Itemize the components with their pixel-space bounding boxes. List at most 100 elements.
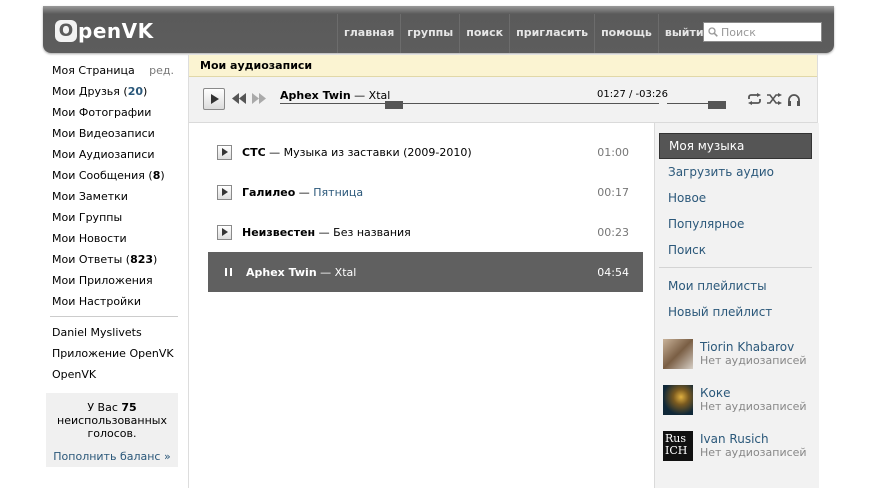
nav-groups[interactable]: группы: [400, 14, 459, 53]
openvk-logo[interactable]: O penVK: [55, 17, 154, 45]
sidebar-item-label: Мои Приложения: [52, 274, 153, 287]
audio-player: Aphex Twin — Xtal 01:27 / -03:26: [189, 77, 817, 123]
sidebar-item-label: Мои Новости: [52, 232, 127, 245]
sidebar-link-user[interactable]: Daniel Myslivets: [46, 322, 178, 343]
repeat-icon[interactable]: [746, 91, 762, 107]
avatar: [663, 339, 693, 369]
search-placeholder: Поиск: [721, 25, 756, 39]
logo-initial: O: [55, 20, 77, 42]
sidebar-item-replies[interactable]: Мои Ответы (823): [46, 249, 178, 270]
track-duration: 00:23: [597, 225, 629, 239]
headphones-icon[interactable]: [786, 91, 802, 107]
friend-name[interactable]: Ivan Rusich: [700, 432, 807, 446]
sidebar-item-friends[interactable]: Мои Друзья (20): [46, 81, 178, 102]
playback-time: 01:27 / -03:26: [597, 89, 668, 100]
track-list: СТС — Музыка из заставки (2009-2010) 01:…: [208, 132, 643, 292]
friend-item[interactable]: Коке Нет аудиозаписей: [655, 377, 819, 423]
volume-handle[interactable]: [708, 101, 727, 109]
sidebar-item-label: Мои Группы: [52, 211, 123, 224]
header-bar: O penVK главная группы поиск пригласить …: [43, 6, 834, 53]
nav-home[interactable]: главная: [337, 14, 400, 53]
votes-box: У Вас 75 неиспользованных голосов. Попол…: [46, 393, 178, 467]
track-name: СТС — Музыка из заставки (2009-2010): [242, 145, 472, 159]
audio-side-menu: Моя музыка Загрузить аудио Новое Популяр…: [654, 123, 819, 488]
avatar: Rus ICH: [663, 431, 693, 461]
previous-icon[interactable]: [232, 93, 246, 104]
sidebar-item-settings[interactable]: Мои Настройки: [46, 291, 178, 312]
sidebar-item-messages[interactable]: Мои Сообщения (8): [46, 165, 178, 186]
pause-icon[interactable]: [221, 265, 235, 279]
now-playing: Aphex Twin — Xtal: [280, 89, 391, 102]
play-icon: [222, 228, 228, 236]
sidebar-item-videos[interactable]: Мои Видеозаписи: [46, 123, 178, 144]
messages-count: 8: [152, 169, 161, 182]
nav-logout[interactable]: выйти: [657, 14, 710, 53]
menu-new-playlist[interactable]: Новый плейлист: [655, 299, 819, 325]
play-icon: [211, 94, 219, 104]
track-name: Неизвестен — Без названия: [242, 225, 411, 239]
menu-my-music[interactable]: Моя музыка: [659, 133, 812, 159]
track-row[interactable]: Галилео — Пятница 00:17: [208, 172, 643, 212]
menu-upload-audio[interactable]: Загрузить аудио: [655, 159, 819, 185]
progress-track[interactable]: [280, 103, 659, 104]
edit-link[interactable]: ред.: [149, 60, 174, 81]
menu-my-playlists[interactable]: Мои плейлисты: [655, 273, 819, 299]
sidebar-item-groups[interactable]: Мои Группы: [46, 207, 178, 228]
track-name: Галилео — Пятница: [242, 185, 364, 199]
menu-popular[interactable]: Популярное: [655, 211, 819, 237]
track-play-button[interactable]: [217, 224, 232, 240]
menu-search[interactable]: Поиск: [655, 237, 819, 263]
sidebar-item-label: Мои Фотографии: [52, 106, 152, 119]
track-row[interactable]: Неизвестен — Без названия 00:23: [208, 212, 643, 252]
sidebar-link-openvk[interactable]: OpenVK: [46, 364, 178, 385]
sidebar-item-apps[interactable]: Мои Приложения: [46, 270, 178, 291]
votes-count: 75: [121, 401, 137, 414]
shuffle-icon[interactable]: [766, 91, 782, 107]
main-content: Мои аудиозаписи Aphex Twin — Xtal 01:27 …: [188, 55, 819, 488]
menu-new[interactable]: Новое: [655, 185, 819, 211]
friend-item[interactable]: Tiorin Khabarov Нет аудиозаписей: [655, 331, 819, 377]
track-row[interactable]: СТС — Музыка из заставки (2009-2010) 01:…: [208, 132, 643, 172]
sidebar-item-label: Мои Ответы (823): [52, 253, 158, 266]
menu-divider: [659, 267, 812, 268]
track-duration: 01:00: [597, 145, 629, 159]
search-input[interactable]: Поиск: [703, 22, 822, 42]
top-navigation: главная группы поиск пригласить помощь в…: [337, 14, 710, 53]
top-up-balance-link[interactable]: Пополнить баланс »: [50, 450, 174, 463]
sidebar-item-label: Моя Страница: [52, 64, 135, 77]
sidebar-item-label: Мои Сообщения (8): [52, 169, 165, 182]
friend-name[interactable]: Коке: [700, 386, 807, 400]
track-title-link[interactable]: Пятница: [313, 186, 363, 199]
replies-count: 823: [130, 253, 154, 266]
track-play-button[interactable]: [217, 144, 232, 160]
friend-status: Нет аудиозаписей: [700, 354, 807, 367]
friend-status: Нет аудиозаписей: [700, 446, 807, 459]
logo-text: penVK: [78, 19, 154, 43]
sidebar-item-audio[interactable]: Мои Аудиозаписи: [46, 144, 178, 165]
sidebar-item-label: Мои Настройки: [52, 295, 141, 308]
sidebar: Моя Страница ред. Мои Друзья (20) Мои Фот…: [46, 60, 178, 467]
sidebar-item-label: Мои Заметки: [52, 190, 128, 203]
avatar: [663, 385, 693, 415]
next-icon[interactable]: [252, 93, 266, 104]
now-playing-artist: Aphex Twin: [280, 89, 351, 102]
track-play-button[interactable]: [217, 184, 232, 200]
votes-text: неиспользованных голосов.: [57, 414, 167, 440]
track-name: Aphex Twin — Xtal: [246, 265, 357, 279]
sidebar-link-app[interactable]: Приложение OpenVK: [46, 343, 178, 364]
sidebar-item-photos[interactable]: Мои Фотографии: [46, 102, 178, 123]
sidebar-item-news[interactable]: Мои Новости: [46, 228, 178, 249]
page-title: Мои аудиозаписи: [189, 55, 817, 77]
friend-item[interactable]: Rus ICH Ivan Rusich Нет аудиозаписей: [655, 423, 819, 469]
play-icon: [222, 188, 228, 196]
sidebar-item-my-page[interactable]: Моя Страница ред.: [46, 60, 178, 81]
friend-name[interactable]: Tiorin Khabarov: [700, 340, 807, 354]
progress-handle[interactable]: [384, 101, 403, 109]
nav-help[interactable]: помощь: [594, 14, 658, 53]
track-row-active[interactable]: Aphex Twin — Xtal 04:54: [208, 252, 643, 292]
nav-invite[interactable]: пригласить: [509, 14, 594, 53]
sidebar-item-notes[interactable]: Мои Заметки: [46, 186, 178, 207]
play-button[interactable]: [203, 88, 225, 110]
friend-status: Нет аудиозаписей: [700, 400, 807, 413]
nav-search[interactable]: поиск: [459, 14, 509, 53]
